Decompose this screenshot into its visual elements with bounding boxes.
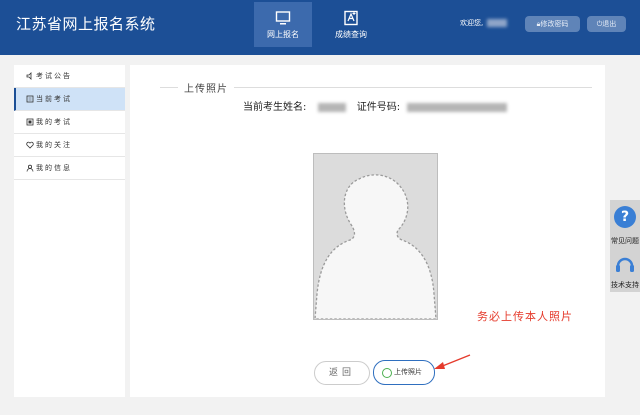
- photo-placeholder[interactable]: [313, 153, 438, 320]
- tech-support-link[interactable]: 技术支持: [610, 280, 640, 290]
- logout-label: 退出: [602, 20, 617, 28]
- section-title: 上传照片: [178, 80, 234, 95]
- sidebar-item-label: 当前考试: [36, 95, 72, 103]
- sidebar-item-label: 我的关注: [36, 141, 72, 149]
- monitor-icon: [275, 11, 291, 25]
- back-button[interactable]: 返回: [314, 361, 370, 385]
- sidebar-item-current-exam[interactable]: 当前考试: [14, 88, 125, 111]
- logout-button[interactable]: ⏻退出: [587, 16, 626, 32]
- floating-help-panel: ? 常见问题 技术支持: [610, 200, 640, 292]
- header-bar: 江苏省网上报名系统 网上报名 成绩查询 欢迎您, 🔒︎修改密码 ⏻退出: [0, 0, 640, 55]
- nav-score-query[interactable]: 成绩查询: [322, 2, 380, 47]
- name-label: 当前考生姓名:: [243, 102, 307, 113]
- id-number-redacted: [407, 102, 508, 112]
- sidebar-item-announcements[interactable]: 考试公告: [14, 65, 125, 88]
- sidebar-item-my-exams[interactable]: 我的考试: [14, 111, 125, 134]
- nav-online-registration[interactable]: 网上报名: [254, 2, 312, 47]
- upload-photo-button[interactable]: 上传照片: [373, 360, 435, 385]
- document-icon: [26, 95, 34, 103]
- sidebar-item-my-info[interactable]: 我的信息: [14, 157, 125, 180]
- score-query-icon: [344, 10, 358, 26]
- headset-icon[interactable]: [614, 253, 636, 275]
- sidebar-item-label: 考试公告: [36, 72, 72, 80]
- speaker-icon: [26, 72, 32, 80]
- sidebar: 考试公告 当前考试 我的考试 我的关注 我的信息: [14, 65, 125, 397]
- upload-warning: 务必上传本人照片: [477, 310, 573, 323]
- sidebar-item-label: 我的考试: [36, 118, 72, 126]
- faq-link[interactable]: 常见问题: [610, 236, 640, 246]
- sidebar-item-my-follows[interactable]: 我的关注: [14, 134, 125, 157]
- upload-photo-label: 上传照片: [394, 368, 422, 376]
- question-icon[interactable]: ?: [614, 206, 636, 228]
- user-icon: [26, 164, 34, 172]
- upload-icon: [382, 368, 392, 378]
- app-title: 江苏省网上报名系统: [16, 15, 156, 33]
- exam-icon: [26, 118, 34, 126]
- person-silhouette-icon: [314, 174, 437, 320]
- welcome-text: 欢迎您,: [460, 18, 508, 28]
- id-label: 证件号码:: [356, 102, 401, 113]
- sidebar-item-label: 我的信息: [36, 164, 72, 172]
- name-redacted: [317, 102, 346, 112]
- change-password-label: 修改密码: [540, 20, 569, 28]
- nav-score-query-label: 成绩查询: [335, 30, 367, 39]
- heart-icon: [26, 141, 34, 149]
- main-panel: 上传照片 当前考生姓名: 证件号码: 务必上传本人照片 返回 上传照片: [130, 65, 605, 397]
- welcome-label: 欢迎您,: [460, 19, 484, 27]
- username-redacted: [487, 19, 508, 27]
- change-password-button[interactable]: 🔒︎修改密码: [525, 16, 580, 32]
- red-arrow-icon: [434, 354, 471, 369]
- candidate-info: 当前考生姓名: 证件号码:: [243, 98, 508, 113]
- nav-online-registration-label: 网上报名: [267, 30, 299, 39]
